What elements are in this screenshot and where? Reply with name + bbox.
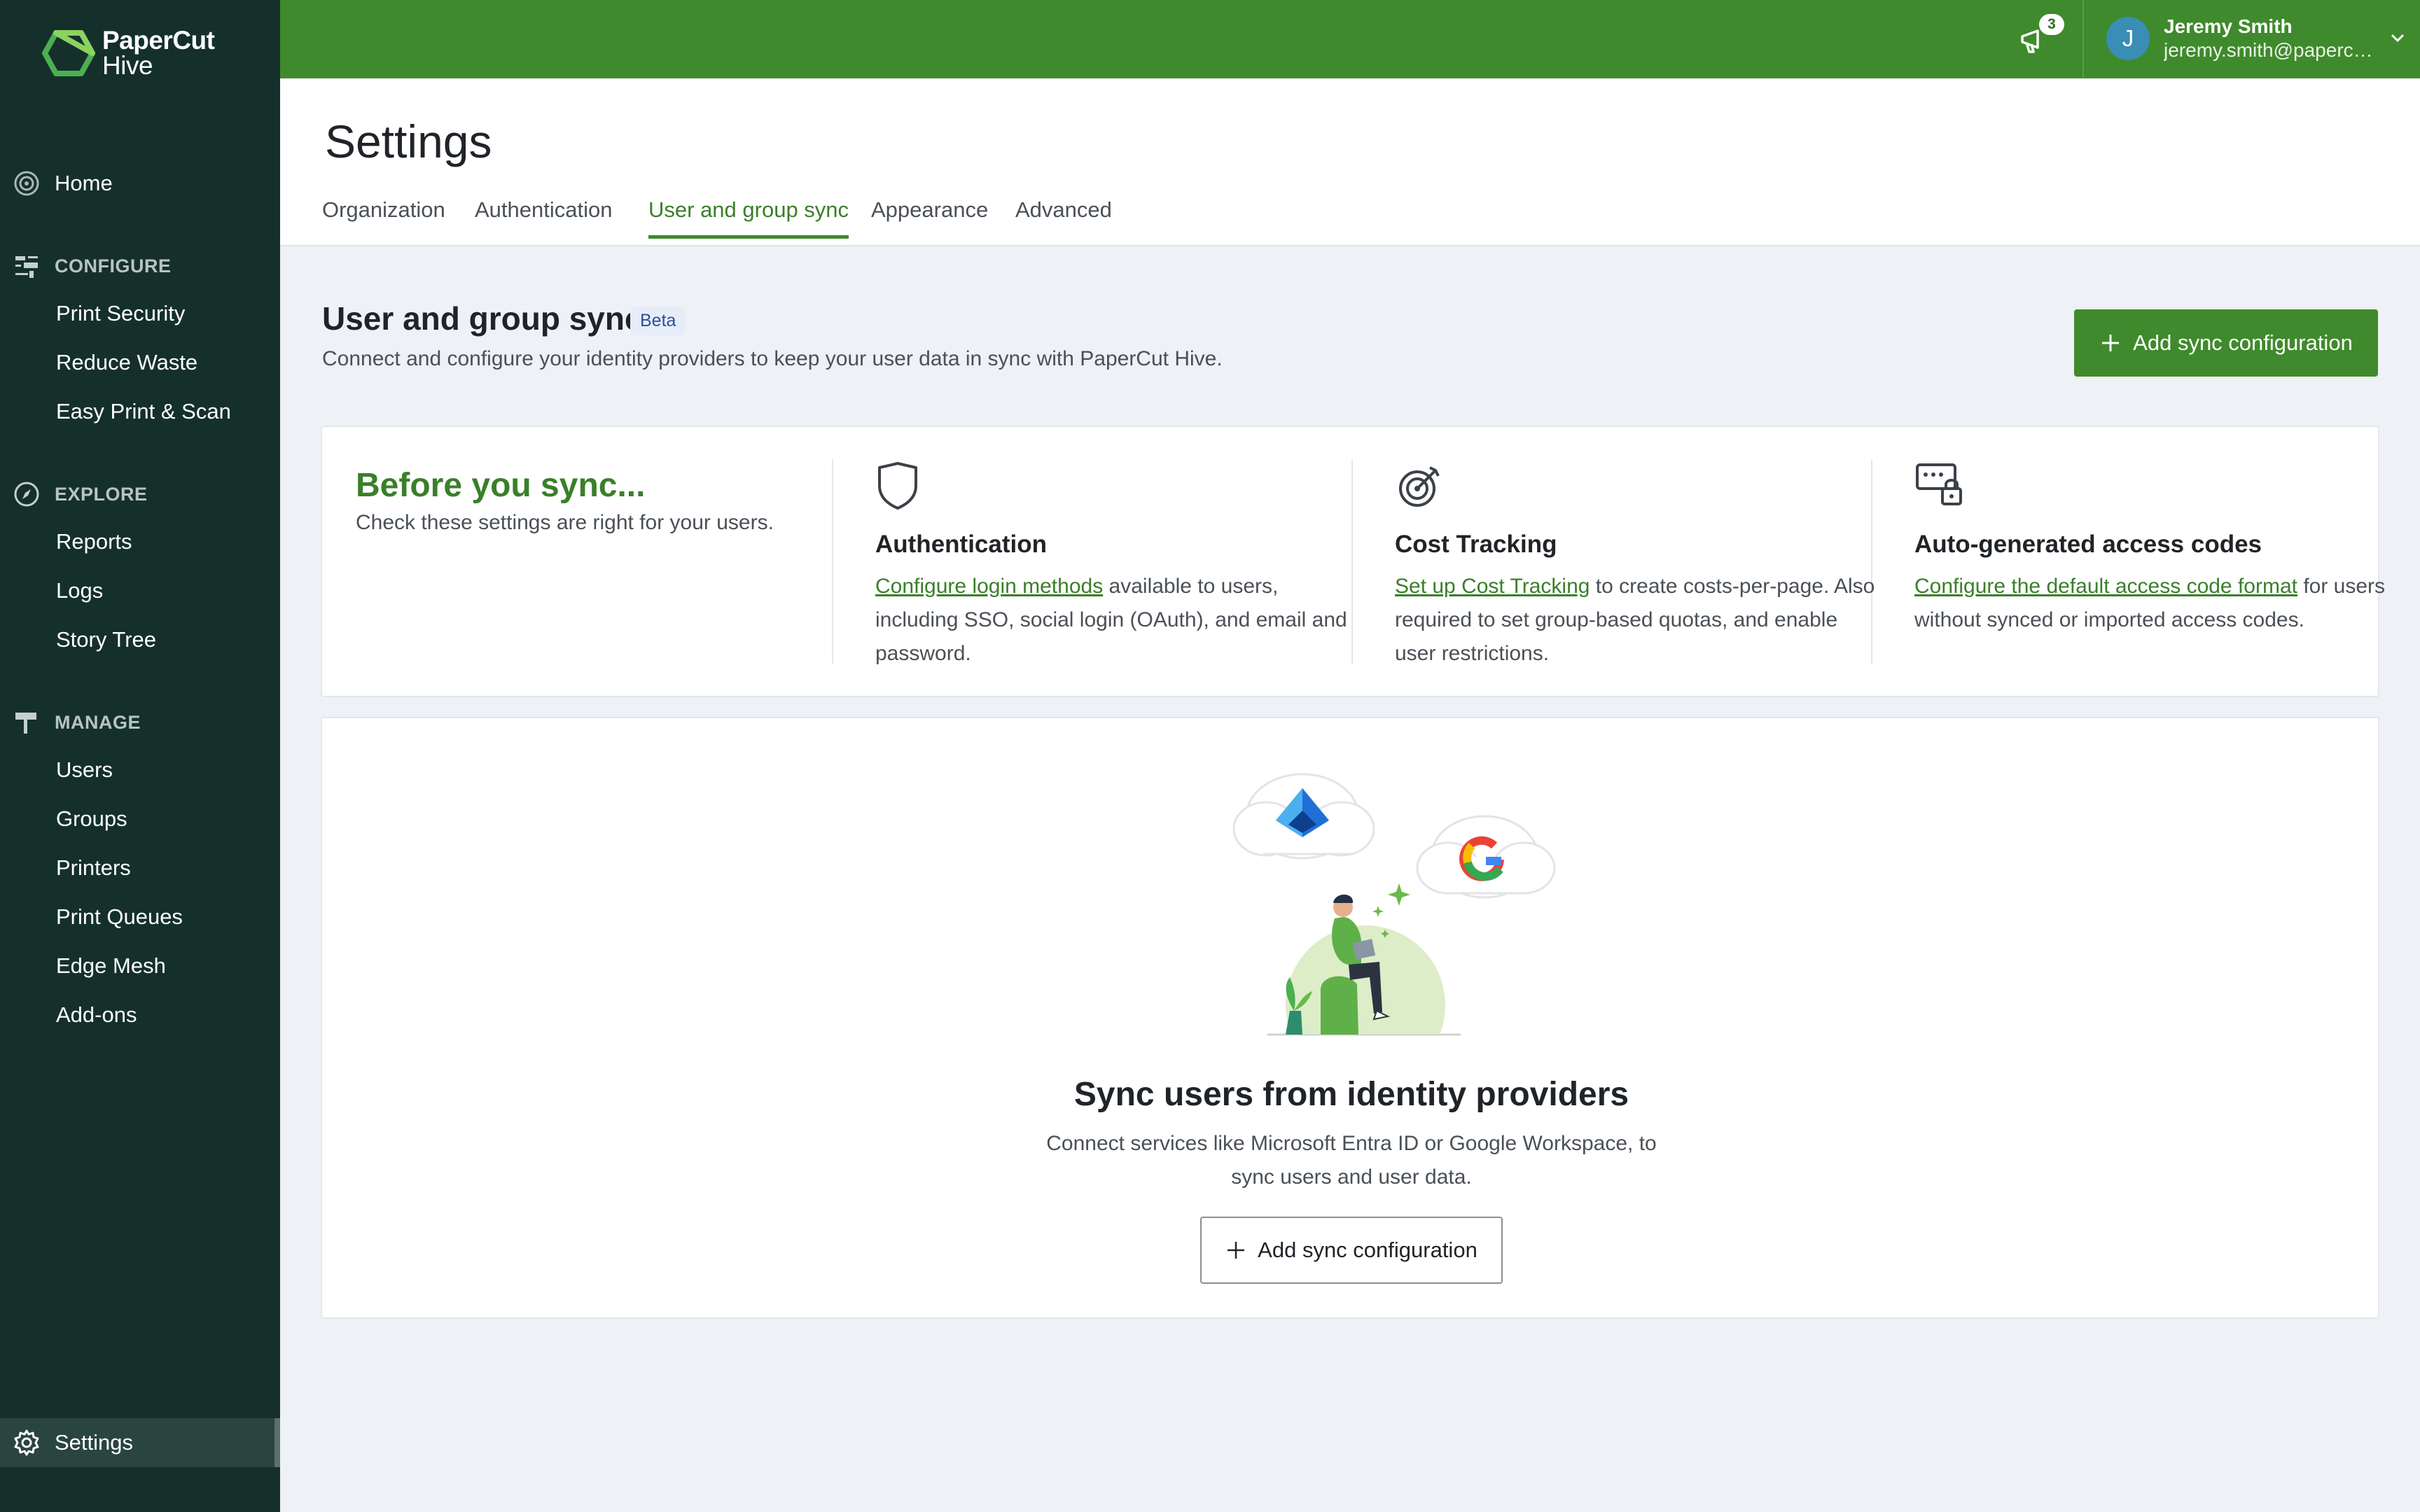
before-you-sync-card: Before you sync... Check these settings …: [321, 426, 2385, 697]
sidebar-section-manage: MANAGE: [11, 707, 141, 738]
hive-hexagon-icon: [42, 30, 95, 76]
column-title: Authentication: [875, 531, 1047, 558]
sidebar-item-print-security[interactable]: Print Security: [56, 301, 185, 326]
sidebar-item-groups[interactable]: Groups: [56, 806, 127, 832]
sidebar-item-label: Settings: [55, 1430, 134, 1455]
sidebar-item-reduce-waste[interactable]: Reduce Waste: [56, 350, 197, 375]
avatar[interactable]: J: [2106, 17, 2150, 60]
sidebar-item-settings[interactable]: Settings: [0, 1418, 274, 1467]
column-title: Auto-generated access codes: [1914, 531, 2262, 558]
sidebar-item-label: Home: [55, 171, 113, 195]
plus-icon: [2102, 335, 2120, 351]
user-name[interactable]: Jeremy Smith: [2164, 15, 2293, 38]
tab-appearance[interactable]: Appearance: [871, 197, 988, 235]
logo-line2: Hive: [102, 51, 153, 80]
configure-access-code-format-link[interactable]: Configure the default access code format: [1914, 575, 2297, 598]
sidebar: PaperCut Hive Home CONFIGURE Print Secur…: [0, 0, 280, 1512]
sidebar-section-configure: CONFIGURE: [11, 251, 172, 281]
logo-line1: PaperCut: [102, 26, 215, 55]
sidebar-item-home[interactable]: Home: [11, 168, 113, 199]
notification-count-badge: 3: [2039, 14, 2064, 35]
sliders-icon: [11, 251, 42, 281]
chevron-down-icon[interactable]: [2388, 28, 2407, 51]
cost-tracking-column: Cost Tracking Set up Cost Tracking to cr…: [1395, 461, 1878, 671]
add-sync-configuration-button-secondary[interactable]: Add sync configuration: [1200, 1217, 1503, 1284]
column-text: Set up Cost Tracking to create costs-per…: [1395, 570, 1878, 671]
compass-icon: [11, 479, 42, 510]
sidebar-item-logs[interactable]: Logs: [56, 578, 103, 603]
sidebar-section-label: MANAGE: [55, 711, 141, 733]
signpost-icon: [11, 707, 42, 738]
gear-icon: [11, 1427, 42, 1458]
column-divider: [832, 459, 833, 664]
button-label: Add sync configuration: [2133, 330, 2353, 355]
before-you-sync-subtitle: Check these settings are right for your …: [356, 511, 774, 534]
plus-icon: [1228, 1242, 1245, 1259]
authentication-column: Authentication Configure login methods a…: [875, 461, 1358, 671]
sparkle-icon: [1372, 906, 1384, 917]
beta-badge: Beta: [630, 307, 686, 335]
access-codes-column: Auto-generated access codes Configure th…: [1914, 461, 2398, 637]
sidebar-section-label: EXPLORE: [55, 483, 148, 505]
button-label: Add sync configuration: [1258, 1238, 1477, 1262]
column-title: Cost Tracking: [1395, 531, 1557, 558]
shield-icon: [875, 461, 1358, 511]
sidebar-item-print-queues[interactable]: Print Queues: [56, 904, 183, 930]
section-subtitle: Connect and configure your identity prov…: [322, 347, 1223, 370]
papercut-hive-logo[interactable]: PaperCut Hive: [42, 26, 215, 80]
section-title: User and group sync: [322, 300, 643, 337]
sidebar-item-users[interactable]: Users: [56, 757, 113, 783]
column-text: Configure login methods available to use…: [875, 570, 1358, 671]
sidebar-item-reports[interactable]: Reports: [56, 529, 132, 554]
sidebar-section-label: CONFIGURE: [55, 255, 172, 276]
empty-state-title: Sync users from identity providers: [1073, 1076, 1629, 1113]
tab-organization[interactable]: Organization: [322, 197, 445, 235]
sidebar-scrollbar[interactable]: [274, 1418, 280, 1467]
sparkle-icon: [1388, 883, 1410, 906]
user-email[interactable]: jeremy.smith@papercut.com: [2164, 39, 2381, 62]
empty-state-text: Connect services like Microsoft Entra ID…: [1046, 1132, 1657, 1189]
tab-advanced[interactable]: Advanced: [1015, 197, 1112, 235]
sidebar-item-story-tree[interactable]: Story Tree: [56, 627, 156, 652]
set-up-cost-tracking-link[interactable]: Set up Cost Tracking: [1395, 575, 1590, 598]
radar-icon: [11, 168, 42, 199]
empty-state-card: Sync users from identity providers Conne…: [321, 717, 2379, 1319]
identity-providers-illustration: [1232, 773, 1556, 1075]
sidebar-item-edge-mesh[interactable]: Edge Mesh: [56, 953, 166, 979]
access-code-lock-icon: [1914, 461, 2398, 511]
sidebar-section-explore: EXPLORE: [11, 479, 148, 510]
topbar-divider: [2082, 0, 2084, 78]
tab-user-and-group-sync[interactable]: User and group sync: [648, 197, 849, 239]
page-title: Settings: [325, 115, 492, 167]
sidebar-item-add-ons[interactable]: Add-ons: [56, 1002, 137, 1028]
settings-header: Settings Organization Authentication Use…: [280, 78, 2420, 246]
target-icon: [1395, 461, 1878, 511]
top-bar: [280, 0, 2420, 78]
tab-authentication[interactable]: Authentication: [475, 197, 612, 235]
before-you-sync-title: Before you sync...: [356, 467, 646, 504]
sidebar-item-easy-print-scan[interactable]: Easy Print & Scan: [56, 399, 231, 424]
column-text: Configure the default access code format…: [1914, 570, 2398, 637]
sidebar-item-printers[interactable]: Printers: [56, 855, 131, 881]
add-sync-configuration-button[interactable]: Add sync configuration: [2074, 309, 2378, 377]
configure-login-methods-link[interactable]: Configure login methods: [875, 575, 1103, 598]
